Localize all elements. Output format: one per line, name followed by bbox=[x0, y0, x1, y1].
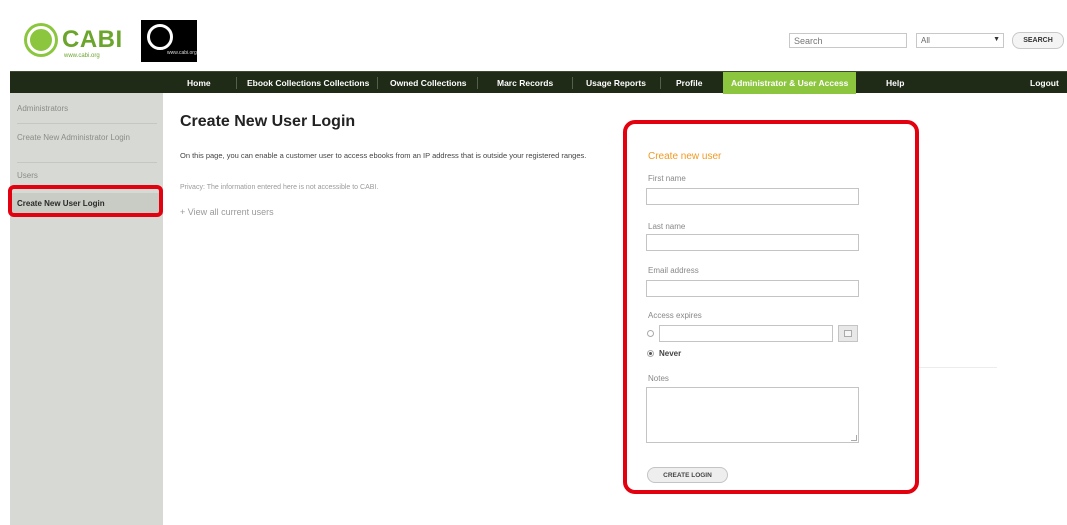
cabi-logo-text: CABI bbox=[62, 26, 123, 53]
search-button[interactable]: SEARCH bbox=[1012, 32, 1064, 49]
notes-label: Notes bbox=[648, 374, 669, 383]
sidebar-item-create-admin[interactable]: Create New Administrator Login bbox=[10, 133, 150, 143]
search-scope-value: All bbox=[921, 36, 930, 45]
sidebar: Administrators Create New Administrator … bbox=[10, 93, 163, 525]
nav-item-usage-reports[interactable]: Usage Reports bbox=[586, 72, 646, 94]
nav-item-help[interactable]: Help bbox=[886, 72, 904, 94]
cabi-logo[interactable]: CABI www.cabi.org bbox=[24, 20, 136, 60]
sidebar-highlight-box bbox=[8, 185, 163, 217]
view-all-users-link[interactable]: + View all current users bbox=[180, 207, 274, 217]
access-never-radio[interactable] bbox=[647, 350, 654, 357]
nav-divider bbox=[572, 77, 573, 89]
chevron-down-icon: ▼ bbox=[993, 36, 1000, 43]
nav-item-profile[interactable]: Profile bbox=[676, 72, 702, 94]
email-field[interactable] bbox=[646, 280, 859, 297]
page-header: CABI www.cabi.org www.cabi.org Search Al… bbox=[0, 0, 1067, 68]
last-name-label: Last name bbox=[648, 222, 686, 231]
create-login-button[interactable]: CREATE LOGIN bbox=[647, 467, 728, 483]
email-label: Email address bbox=[648, 266, 699, 275]
first-name-field[interactable] bbox=[646, 188, 859, 205]
search-input[interactable]: Search bbox=[789, 33, 907, 48]
access-expires-label: Access expires bbox=[648, 311, 702, 320]
nav-divider bbox=[477, 77, 478, 89]
last-name-field[interactable] bbox=[646, 234, 859, 251]
nav-item-logout[interactable]: Logout bbox=[1030, 72, 1059, 94]
nav-item-marc-records[interactable]: Marc Records bbox=[497, 72, 553, 94]
sidebar-divider bbox=[17, 162, 157, 163]
search-scope-select[interactable]: All ▼ bbox=[916, 33, 1004, 48]
access-date-radio[interactable] bbox=[647, 330, 654, 337]
cabi-secondary-logo[interactable]: www.cabi.org bbox=[141, 20, 197, 62]
calendar-icon bbox=[844, 330, 852, 337]
access-expires-date-field[interactable] bbox=[659, 325, 833, 342]
cabi-logo-url: www.cabi.org bbox=[64, 53, 100, 59]
first-name-label: First name bbox=[648, 174, 686, 183]
cabi-logo-icon bbox=[24, 23, 58, 57]
divider bbox=[919, 367, 997, 368]
nav-item-admin-user-access[interactable]: Administrator & User Access bbox=[723, 72, 857, 94]
nav-divider bbox=[236, 77, 237, 89]
sidebar-item-administrators[interactable]: Administrators bbox=[10, 104, 163, 114]
page-title: Create New User Login bbox=[180, 113, 356, 130]
privacy-note: Privacy: The information entered here is… bbox=[180, 184, 379, 191]
nav-item-ebook-collections[interactable]: Ebook Collections Collections bbox=[247, 72, 369, 94]
cabi-secondary-logo-url: www.cabi.org bbox=[167, 50, 197, 56]
notes-field[interactable] bbox=[646, 387, 859, 443]
page-description: On this page, you can enable a customer … bbox=[180, 151, 587, 160]
cabi-secondary-logo-icon bbox=[147, 24, 173, 50]
nav-item-owned-collections[interactable]: Owned Collections bbox=[390, 72, 467, 94]
form-heading: Create new user bbox=[648, 151, 722, 162]
nav-item-home[interactable]: Home bbox=[187, 72, 211, 94]
nav-divider bbox=[660, 77, 661, 89]
nav-divider bbox=[377, 77, 378, 89]
main-nav: Home Ebook Collections Collections Owned… bbox=[10, 71, 1067, 94]
sidebar-item-users[interactable]: Users bbox=[10, 171, 163, 181]
sidebar-divider bbox=[17, 123, 157, 124]
calendar-button[interactable] bbox=[838, 325, 858, 342]
never-label: Never bbox=[659, 349, 682, 358]
